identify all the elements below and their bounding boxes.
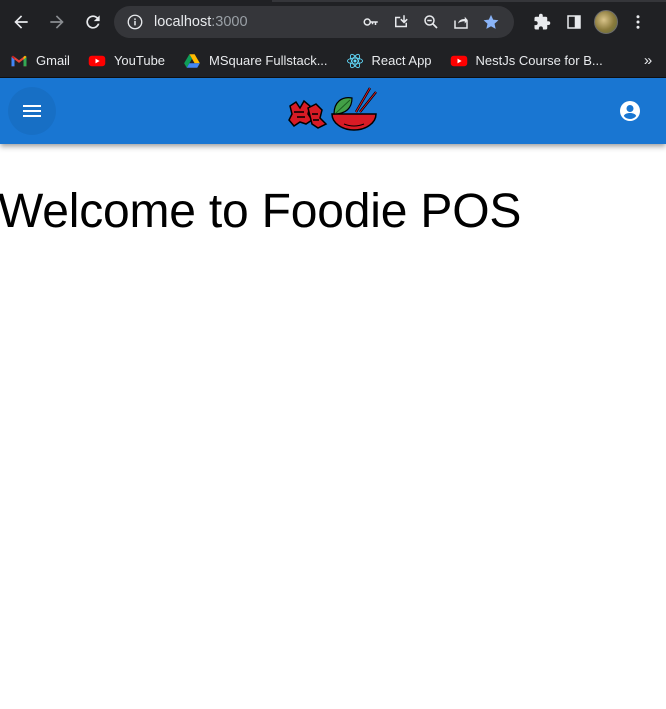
url-port: :3000 [211, 14, 248, 30]
forward-arrow-icon [50, 15, 64, 29]
bookmark-label: React App [371, 53, 432, 68]
app-bar [0, 78, 666, 144]
star-filled-icon [483, 14, 499, 29]
more-bookmarks-button[interactable]: » [638, 52, 658, 69]
more-vert-icon [636, 15, 640, 29]
avatar [594, 10, 618, 34]
back-arrow-icon [14, 15, 28, 29]
url-host: localhost [154, 14, 212, 30]
youtube-icon [450, 55, 467, 66]
gmail-icon [11, 55, 27, 66]
bookmark-gmail[interactable]: Gmail [10, 52, 70, 70]
bookmark-react-app[interactable]: React App [346, 52, 432, 70]
bookmark-youtube[interactable]: YouTube [88, 52, 165, 70]
address-bar[interactable]: localhost:3000 [114, 6, 514, 38]
bookmark-msquare[interactable]: MSquare Fullstack... [183, 52, 328, 70]
tab-strip-edge [272, 0, 666, 2]
bookmark-label: NestJs Course for B... [475, 53, 603, 68]
share-icon [454, 16, 468, 29]
site-info-icon[interactable] [126, 13, 144, 31]
side-panel-icon [567, 15, 581, 29]
google-drive-icon [184, 53, 200, 68]
install-app-button[interactable] [386, 7, 416, 37]
forward-button[interactable] [42, 7, 72, 37]
reload-icon [86, 15, 100, 29]
browser-chrome: localhost:3000 Gmail YouTube MSquare Ful… [0, 0, 666, 78]
side-panel-button[interactable] [558, 6, 590, 38]
account-button[interactable] [614, 95, 646, 127]
youtube-icon [88, 55, 106, 66]
back-button[interactable] [6, 7, 36, 37]
install-icon [395, 15, 408, 28]
zoom-button[interactable] [416, 7, 446, 37]
profile-button[interactable] [590, 6, 622, 38]
bookmarks-bar: Gmail YouTube MSquare Fullstack... React… [0, 44, 666, 78]
share-button[interactable] [446, 7, 476, 37]
react-icon [346, 53, 363, 68]
menu-button[interactable] [8, 87, 56, 135]
password-key-button[interactable] [356, 7, 386, 37]
bookmark-star-button[interactable] [476, 7, 506, 37]
browser-menu-button[interactable] [622, 6, 654, 38]
foodie-logo [288, 87, 377, 131]
page-title: Welcome to Foodie POS [0, 185, 522, 238]
reload-button[interactable] [78, 7, 108, 37]
account-circle-icon [620, 101, 640, 121]
zoom-out-icon [424, 15, 438, 29]
bookmark-label: MSquare Fullstack... [209, 53, 328, 68]
browser-toolbar: localhost:3000 [0, 0, 666, 44]
hamburger-menu-icon [23, 105, 41, 117]
puzzle-icon [534, 13, 551, 30]
extensions-button[interactable] [526, 6, 558, 38]
bookmark-label: YouTube [113, 53, 166, 68]
key-icon [363, 18, 378, 26]
bookmark-label: Gmail [36, 53, 70, 68]
bookmark-nestjs-course[interactable]: NestJs Course for B... [450, 52, 603, 70]
url-text[interactable]: localhost:3000 [154, 14, 356, 30]
